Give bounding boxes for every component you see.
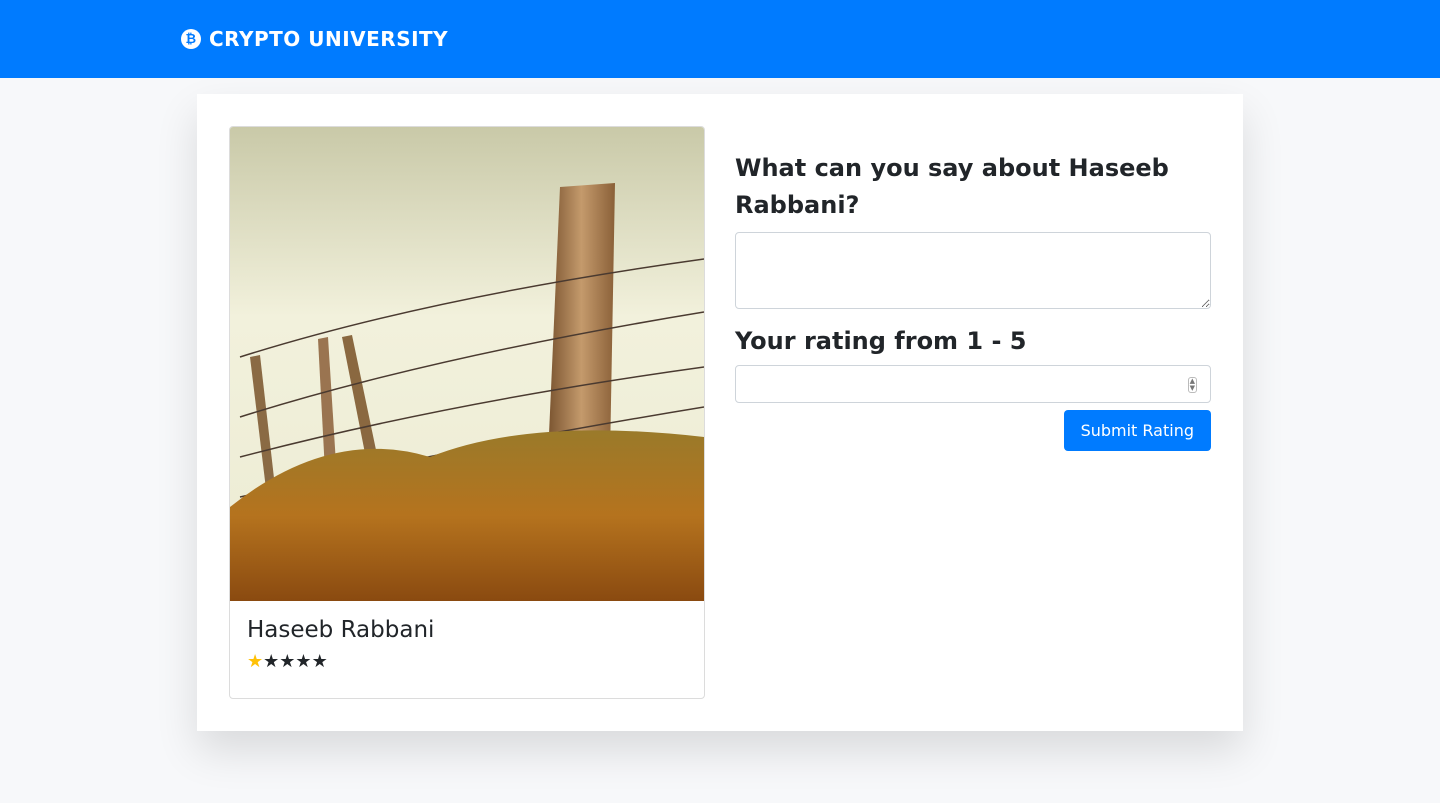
star-icon: ★ xyxy=(311,651,328,672)
profile-name: Haseeb Rabbani xyxy=(247,617,435,643)
submit-rating-button[interactable]: Submit Rating xyxy=(1063,410,1211,451)
star-rating: ★ ★ ★ ★ ★ xyxy=(247,653,687,671)
star-icon: ★ xyxy=(263,651,280,672)
rating-form: What can you say about Haseeb Rabbani? Y… xyxy=(735,150,1211,451)
rating-label: Your rating from 1 - 5 xyxy=(735,327,1027,355)
brand-title: CRYPTO UNIVERSITY xyxy=(209,27,449,51)
star-icon: ★ xyxy=(279,651,296,672)
star-icon: ★ xyxy=(295,651,312,672)
profile-photo xyxy=(230,127,704,601)
bitcoin-icon: ₿ xyxy=(181,29,201,49)
rating-number-input[interactable]: ▲ ▼ xyxy=(735,365,1211,403)
profile-card: Haseeb Rabbani ★ ★ ★ ★ ★ xyxy=(229,126,705,699)
question-heading: What can you say about Haseeb Rabbani? xyxy=(735,154,1169,219)
rating-panel: Haseeb Rabbani ★ ★ ★ ★ ★ What can you sa… xyxy=(197,94,1243,731)
brand-link[interactable]: ₿ CRYPTO UNIVERSITY xyxy=(181,27,448,51)
comment-textarea[interactable] xyxy=(735,232,1211,309)
number-spinner-icon[interactable]: ▲ ▼ xyxy=(1187,377,1197,393)
navbar: ₿ CRYPTO UNIVERSITY xyxy=(0,0,1440,78)
star-icon: ★ xyxy=(247,651,264,672)
